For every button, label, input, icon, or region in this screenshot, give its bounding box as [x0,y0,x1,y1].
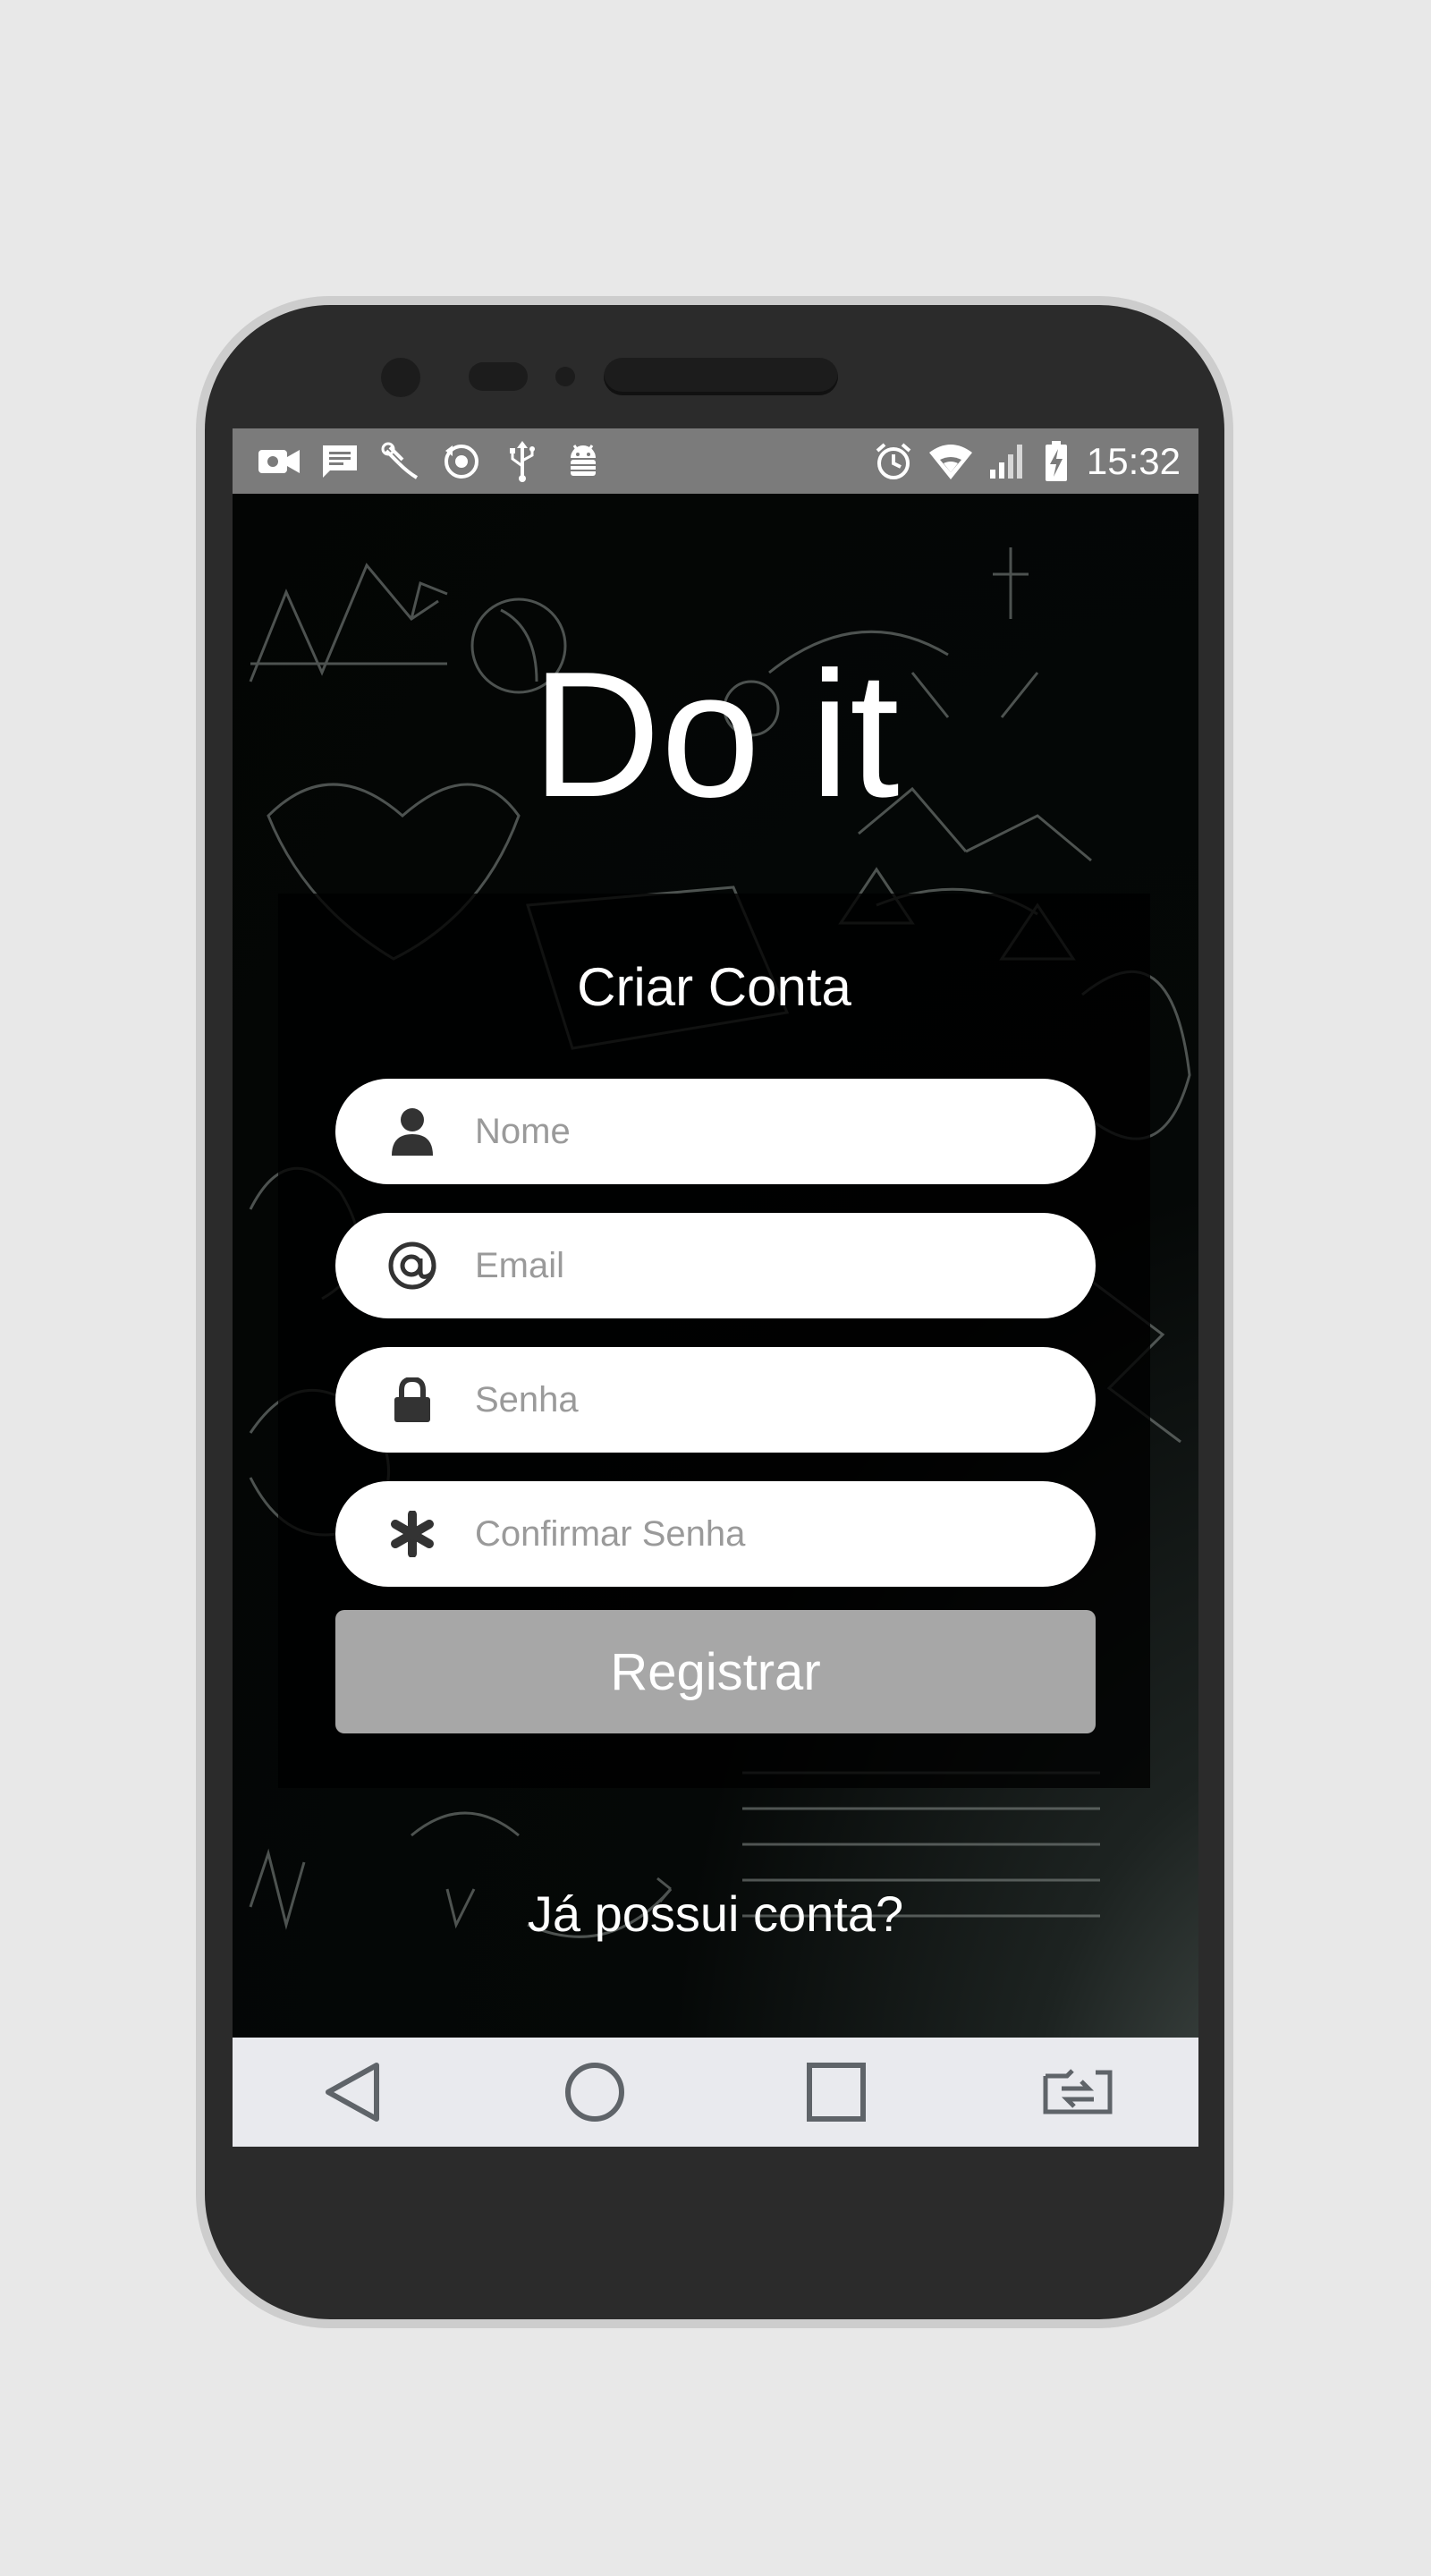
usb-tethering-icon [379,440,422,483]
sync-icon [440,440,483,483]
confirm-password-field[interactable] [335,1481,1096,1587]
navigation-bar [233,2038,1198,2147]
email-input[interactable] [473,1244,1049,1287]
at-icon [384,1237,441,1294]
alarm-icon [872,440,915,483]
system-status-icons: 15:32 [872,437,1181,485]
back-icon[interactable] [309,2047,398,2137]
device-screen: 15:32 Do it Criar Conta Nome Email Regis… [233,428,1198,2147]
form-title: Criar Conta [577,957,851,1017]
email-field[interactable] [335,1213,1096,1318]
register-button[interactable]: Registrar [335,1610,1096,1733]
register-form: Criar Conta Nome Email Registrar [278,894,1150,1788]
login-link[interactable]: Já possui conta? [233,1885,1198,1943]
asterisk-icon [384,1505,441,1563]
battery-charging-icon [1044,440,1069,483]
light-sensor [555,367,575,386]
password-field[interactable] [335,1347,1096,1453]
wifi-icon [928,440,972,483]
home-icon[interactable] [550,2047,639,2137]
usb-icon [501,440,544,483]
status-time: 15:32 [1086,439,1181,482]
message-icon [318,440,361,483]
status-bar: 15:32 [233,428,1198,494]
signal-icon [986,440,1029,483]
android-debug-icon [562,440,605,483]
confirm-password-input[interactable] [473,1513,1049,1555]
earpiece-speaker [604,358,838,395]
user-icon [384,1103,441,1160]
app-title: Do it [531,635,900,835]
name-input[interactable] [473,1110,1049,1153]
video-record-icon [258,440,301,483]
screen-rotate-icon[interactable] [1033,2047,1122,2137]
password-input[interactable] [473,1378,1049,1421]
register-screen: Do it Criar Conta Nome Email Registrar J… [233,494,1198,2038]
front-camera [381,358,420,397]
proximity-sensor [469,362,528,391]
notification-icons [258,437,605,485]
name-field[interactable] [335,1079,1096,1184]
recents-icon[interactable] [792,2047,881,2137]
lock-icon [384,1371,441,1428]
